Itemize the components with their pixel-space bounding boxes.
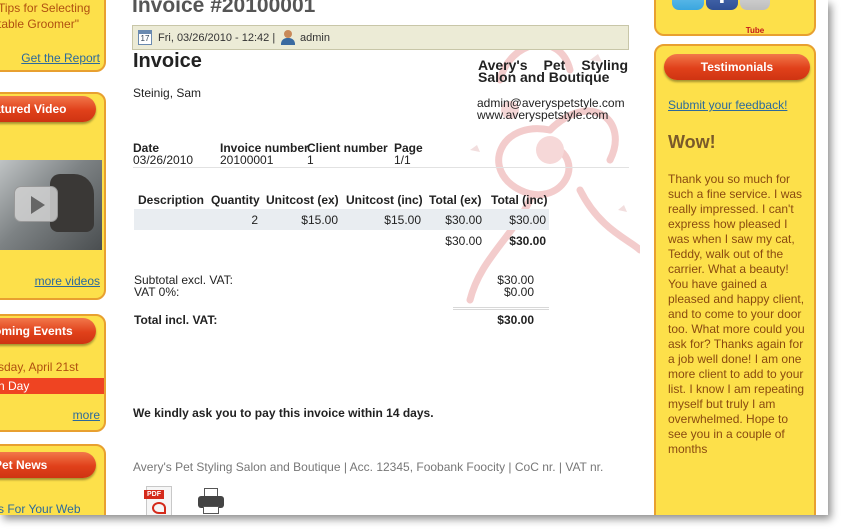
item-header-quantity: Quantity [211,193,260,207]
sum-total-ex: $30.00 [445,234,482,248]
item-header-unitcost-inc: Unitcost (inc) [346,193,423,207]
facebook-icon[interactable]: f [706,0,738,10]
submit-feedback-link[interactable]: Submit your feedback! [668,98,787,112]
testimonial-line: Teddy, walk out of the [668,247,784,261]
testimonial-line: was when I saw my cat, [668,232,795,246]
item-unitcost-inc: $15.00 [384,213,421,227]
item-unitcost-ex: $15.00 [301,213,338,227]
totals-divider [453,307,549,310]
item-header-description: Description [138,193,205,207]
testimonial-line: You have gained a [668,277,767,291]
play-icon [31,196,45,214]
play-button[interactable] [14,186,58,222]
featured-video-box: atured Video more videos [0,92,106,300]
total-label: Total incl. VAT: [134,313,218,327]
featured-video-header: atured Video [0,96,96,122]
testimonial-line: pleased and happy client, [668,292,805,306]
report-description-2: table Groomer" [0,17,79,31]
report-box: Tips for Selecting table Groomer" Get th… [0,0,106,72]
vat-value: $0.00 [503,285,534,299]
testimonial-line: such a fine service. I was [668,187,803,201]
testimonial-line: and to come to your door [668,307,802,321]
report-description: Tips for Selecting [0,1,91,15]
item-header-unitcost-ex: Unitcost (ex) [266,193,339,207]
item-header-total-ex: Total (ex) [429,193,482,207]
sum-total-inc: $30.00 [509,234,546,248]
upcoming-events-header: oming Events [0,318,96,344]
testimonial-line: list. I know I am repeating [668,382,805,396]
item-quantity: 2 [251,213,258,227]
testimonial-line: too. What more could you [668,322,805,336]
info-divider [133,167,629,168]
info-value-invoice-number: 20100001 [220,153,274,167]
post-author[interactable]: admin [300,32,330,44]
info-value-client-number: 1 [307,153,314,167]
testimonial-text: Thank you so much for such a fine servic… [668,172,814,457]
pdf-icon[interactable]: PDF [144,486,172,515]
print-icon[interactable] [198,488,224,515]
invoice-heading: Invoice [133,50,202,72]
testimonial-line: ask for? Thanks again for [668,337,804,351]
info-header-client-number: Client number [307,141,388,155]
item-header-total-inc: Total (inc) [491,193,548,207]
pet-news-box: Pet News s For Your Web [0,444,106,515]
company-name-line2: Salon and Boutique [478,69,610,85]
testimonial-line: a job well done! I am one [668,352,802,366]
event-name: n Day [0,379,30,393]
user-icon [281,30,295,46]
page-title: Invoice #20100001 [132,0,316,17]
event-highlight[interactable]: n Day [0,378,104,394]
item-total-ex: $30.00 [445,213,482,227]
get-report-link[interactable]: Get the Report [21,51,100,65]
event-date: sday, April 21st [0,360,79,374]
info-value-page: 1/1 [394,153,411,167]
item-total-inc: $30.00 [509,213,546,227]
upcoming-events-box: oming Events sday, April 21st n Day more [0,314,106,432]
testimonials-box: Testimonials Submit your feedback! Wow! … [654,44,816,515]
item-row [134,209,549,230]
vat-label: VAT 0%: [134,285,180,299]
testimonial-line: more client to add to your [668,367,804,381]
more-events-link[interactable]: more [73,408,100,422]
info-value-date: 03/26/2010 [133,153,194,167]
testimonial-line: months [668,442,708,456]
browser-viewport: Tips for Selecting table Groomer" Get th… [0,0,828,515]
twitter-icon[interactable]: t [672,0,704,10]
testimonial-line: Thank you so much for [668,172,791,186]
news-item[interactable]: s For Your Web [0,502,81,515]
testimonial-heading: Wow! [668,132,716,152]
social-box: t f You Tube [654,0,816,36]
testimonial-line: express how pleased I [668,217,788,231]
testimonial-line: carrier. What a beauty! [668,262,789,276]
pet-news-header: Pet News [0,452,96,478]
testimonials-header: Testimonials [664,54,810,80]
post-meta-bar: 17 Fri, 03/26/2010 - 12:42 | admin [132,25,629,50]
total-value: $30.00 [497,313,534,327]
testimonial-line: myself but truly I am [668,397,776,411]
testimonial-line: really impressed. I can't [668,202,794,216]
company-website: www.averyspetstyle.com [477,108,609,122]
testimonial-line: overwhelmed. Hope to [668,412,789,426]
video-thumbnail[interactable] [0,160,102,250]
customer-name: Steinig, Sam [133,86,202,100]
youtube-icon[interactable]: You Tube [740,0,770,35]
invoice-footer: Avery's Pet Styling Salon and Boutique |… [133,460,604,474]
payment-note: We kindly ask you to pay this invoice wi… [133,406,434,420]
testimonial-line: see you in a couple of [668,427,785,441]
more-videos-link[interactable]: more videos [35,274,100,288]
post-date: Fri, 03/26/2010 - 12:42 | [158,32,276,44]
calendar-icon: 17 [138,30,152,45]
